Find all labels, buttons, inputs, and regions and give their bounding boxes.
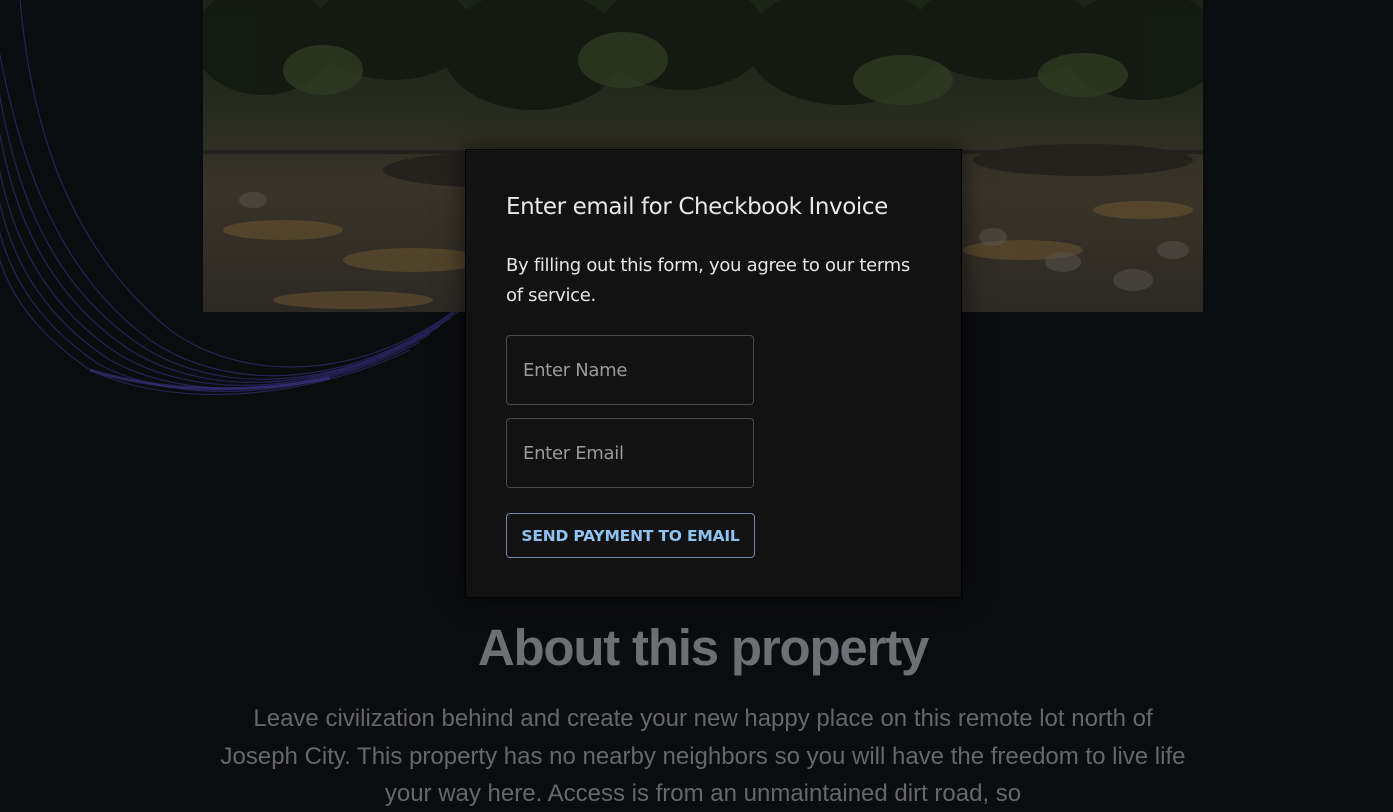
name-input[interactable]	[506, 335, 754, 405]
terms-notice: By filling out this form, you agree to o…	[506, 255, 910, 306]
email-input[interactable]	[506, 418, 754, 488]
dialog-title: Enter email for Checkbook Invoice	[506, 194, 888, 220]
about-description: Leave civilization behind and create you…	[220, 705, 1186, 807]
about-title: About this property	[477, 619, 930, 676]
invoice-email-dialog: Enter email for Checkbook Invoice By fil…	[465, 149, 962, 598]
page: About this property Leave civilization b…	[0, 0, 1393, 812]
about-section: About this property Leave civilization b…	[203, 610, 1203, 812]
send-payment-button[interactable]: SEND PAYMENT TO EMAIL	[506, 513, 755, 558]
